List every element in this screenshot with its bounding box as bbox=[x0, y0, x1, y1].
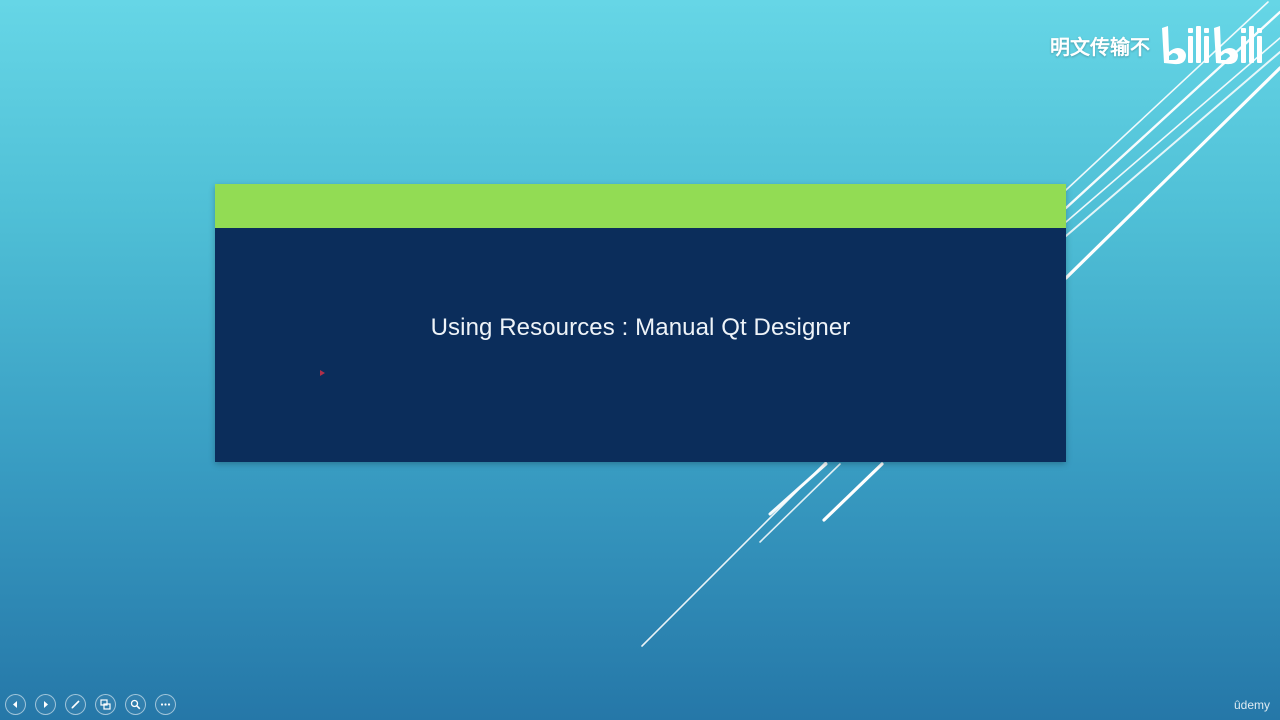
more-options-button[interactable] bbox=[155, 694, 176, 715]
pen-icon bbox=[71, 700, 80, 709]
deco-line bbox=[1064, 66, 1280, 280]
deco-line bbox=[1065, 51, 1280, 237]
deco-line bbox=[641, 461, 827, 647]
next-slide-button[interactable] bbox=[35, 694, 56, 715]
udemy-logo: ûdemy bbox=[1233, 698, 1270, 712]
slide-header-bar bbox=[215, 184, 1066, 228]
zoom-button[interactable] bbox=[125, 694, 146, 715]
slides-icon bbox=[100, 699, 111, 710]
deco-line bbox=[822, 462, 884, 522]
magnifier-icon bbox=[130, 699, 141, 710]
watermark-text: 明文传输不 bbox=[1050, 34, 1150, 59]
arrow-left-icon bbox=[13, 701, 17, 708]
previous-slide-button[interactable] bbox=[5, 694, 26, 715]
slideshow-controls bbox=[5, 694, 176, 715]
ellipsis-icon bbox=[160, 703, 171, 706]
arrow-right-icon bbox=[44, 701, 48, 708]
deco-line bbox=[768, 462, 828, 516]
laser-pointer-icon bbox=[320, 370, 325, 376]
pen-tool-button[interactable] bbox=[65, 694, 86, 715]
slide-title-box: Using Resources : Manual Qt Designer bbox=[215, 184, 1066, 462]
bilibili-logo-icon bbox=[1162, 26, 1262, 65]
deco-line bbox=[759, 463, 841, 543]
slides-overview-button[interactable] bbox=[95, 694, 116, 715]
bilibili-watermark: 明文传输不 bbox=[1050, 22, 1266, 68]
slide-title: Using Resources : Manual Qt Designer bbox=[430, 314, 851, 341]
